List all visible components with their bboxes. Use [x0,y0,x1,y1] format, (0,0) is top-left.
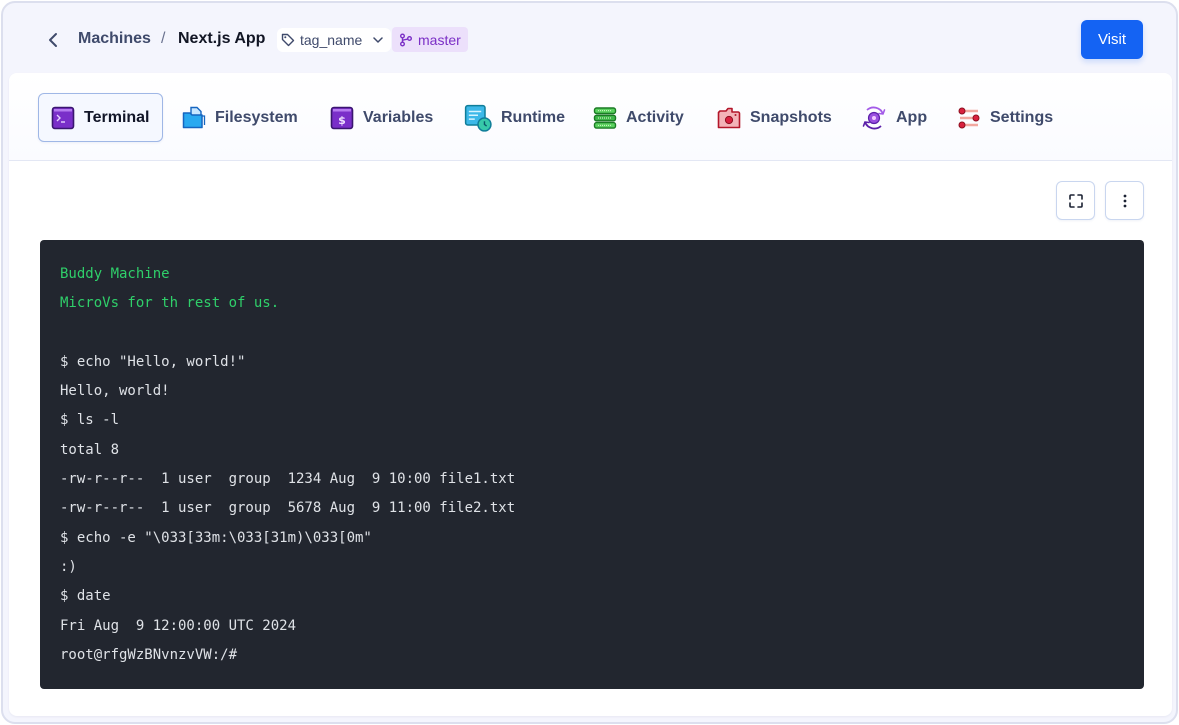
fullscreen-icon [1068,193,1083,208]
terminal-line: $ date [60,588,111,605]
tab-filesystem[interactable]: Filesystem [170,93,310,142]
terminal-icon [51,106,75,129]
tab-settings[interactable]: Settings [945,93,1065,142]
tab-terminal[interactable]: Terminal [38,93,163,142]
branch-name: master [418,31,461,48]
app-window: Machines / Next.js App tag_name master V… [1,1,1178,724]
svg-text:$: $ [338,114,346,127]
machine-panel: Terminal Filesystem $ Variables Runtime … [9,73,1172,716]
terminal-output[interactable]: Buddy Machine MicroVs for th rest of us. $… [40,240,1144,689]
chevron-left-icon [49,33,57,47]
dollar-icon: $ [330,106,354,129]
branch-badge[interactable]: master [392,27,468,52]
refresh-flower-icon [862,106,886,129]
terminal-line: $ echo "Hello, world!" [60,353,246,370]
folder-icon [182,106,206,128]
tab-label: Terminal [84,108,150,126]
terminal-line: MicroVs for th rest of us. [60,295,280,312]
terminal-line: Fri Aug 9 12:00:00 UTC 2024 [60,617,297,634]
git-branch-icon [400,33,412,46]
tab-snapshots[interactable]: Snapshots [705,93,844,142]
tab-bar: Terminal Filesystem $ Variables Runtime … [9,73,1172,161]
back-button[interactable] [41,27,65,53]
terminal-line: $ echo -e "\033[33m:\033[31m)\033[0m" [60,529,372,546]
more-options-button[interactable] [1105,181,1144,220]
terminal-line: -rw-r--r-- 1 user group 5678 Aug 9 11:00… [60,500,516,517]
stack-icon [593,106,617,129]
tab-label: App [896,108,928,126]
tag-select[interactable]: tag_name [277,28,392,52]
terminal-line: Buddy Machine [60,266,170,282]
terminal-line: -rw-r--r-- 1 user group 1234 Aug 9 10:00… [60,471,516,488]
tab-label: Snapshots [750,108,832,126]
header: Machines / Next.js App tag_name master V… [3,3,1176,73]
tab-activity[interactable]: Activity [581,93,696,142]
visit-button[interactable]: Visit [1081,20,1143,59]
clock-window-icon [464,104,492,132]
tab-runtime[interactable]: Runtime [452,93,577,142]
sliders-icon [958,107,980,128]
tag-select-value: tag_name [300,32,363,48]
terminal-line: total 8 [60,441,120,458]
tab-app[interactable]: App [849,93,939,142]
tab-label: Activity [626,108,684,126]
breadcrumb-current: Next.js App [178,30,266,47]
breadcrumb-machines[interactable]: Machines [78,30,151,48]
camera-icon [717,107,741,128]
breadcrumb-separator: / [161,30,166,47]
terminal-line: :) [60,558,77,575]
terminal-line: root@rfgWzBNvnzvVW:/# [60,646,238,663]
tab-label: Variables [363,108,434,126]
tab-variables[interactable]: $ Variables [318,93,445,142]
fullscreen-button[interactable] [1056,181,1095,220]
chevron-down-icon [373,37,384,43]
tag-icon [281,33,295,47]
terminal-line: $ ls -l [60,412,120,429]
terminal-line: Hello, world! [60,383,170,400]
tab-label: Filesystem [215,108,298,126]
tab-label: Settings [990,108,1054,126]
tab-label: Runtime [501,108,565,126]
more-vertical-icon [1123,194,1126,207]
